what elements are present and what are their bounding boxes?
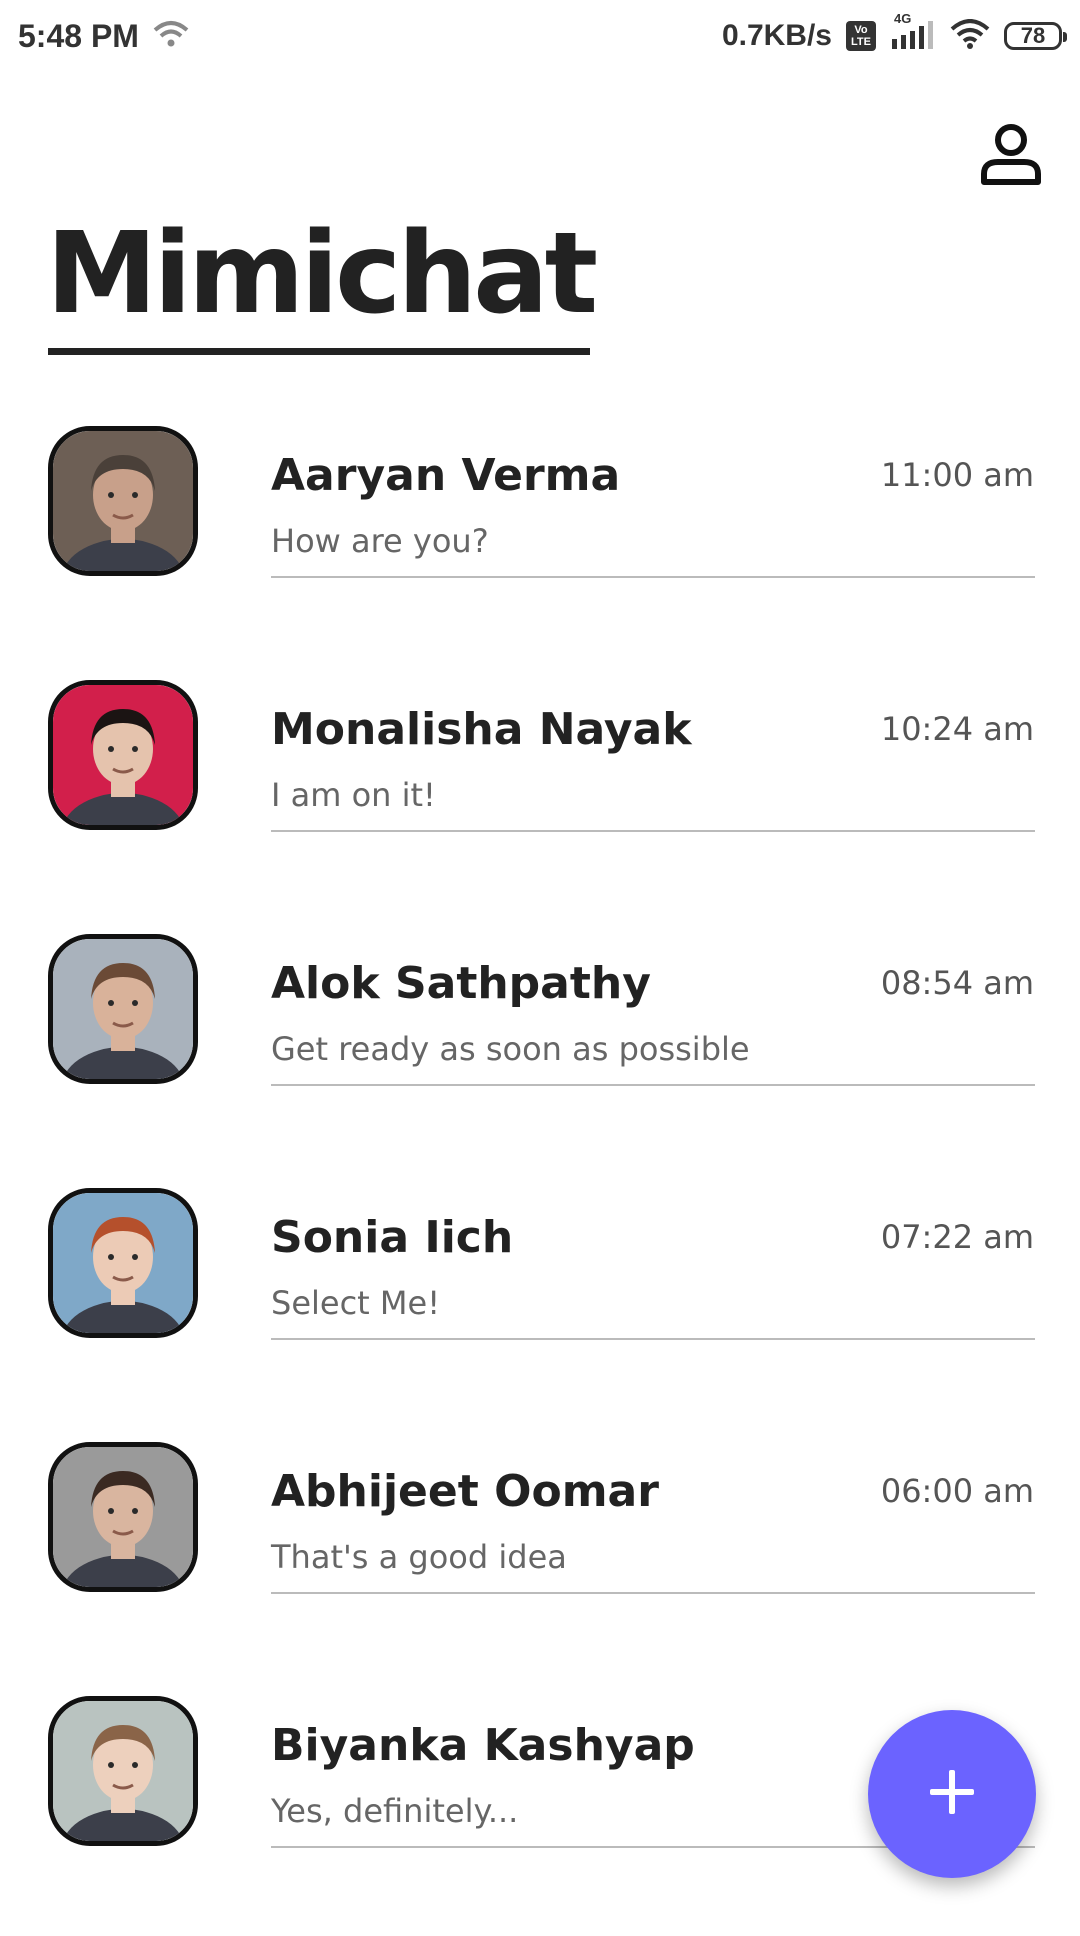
wifi-icon (153, 20, 189, 53)
chat-name: Monalisha Nayak (271, 704, 692, 755)
avatar[interactable] (48, 1442, 198, 1592)
chat-time: 06:00 am (880, 1472, 1034, 1510)
avatar[interactable] (48, 1188, 198, 1338)
avatar[interactable] (48, 934, 198, 1084)
divider (271, 1338, 1035, 1340)
avatar[interactable] (48, 1696, 198, 1846)
profile-button[interactable] (972, 118, 1050, 196)
volte-bottom-text: LTE (851, 36, 871, 48)
chat-item[interactable]: Abhijeet Oomar 06:00 am That's a good idea (0, 1428, 1080, 1682)
chat-name: Sonia Iich (271, 1212, 514, 1263)
chat-time: 10:24 am (880, 710, 1034, 748)
chat-time: 07:22 am (880, 1218, 1034, 1256)
chat-last-message: Select Me! (271, 1284, 441, 1322)
chat-item[interactable]: Aaryan Verma 11:00 am How are you? (0, 412, 1080, 666)
signal-icon: 4G (890, 11, 936, 51)
status-left: 5:48 PM (18, 18, 189, 55)
divider (271, 576, 1035, 578)
chat-item[interactable]: Monalisha Nayak 10:24 am I am on it! (0, 666, 1080, 920)
avatar-image (53, 939, 193, 1079)
app-title: Mimichat (46, 209, 598, 339)
network-type: 4G (894, 11, 912, 26)
avatar-image (53, 1701, 193, 1841)
status-right: 0.7KB/s Vo LTE 4G 78 (721, 11, 1067, 54)
network-speed: 0.7KB/s (721, 19, 832, 52)
avatar-image (53, 431, 193, 571)
chat-name: Abhijeet Oomar (271, 1466, 659, 1517)
plus-icon (928, 1768, 976, 1820)
avatar[interactable] (48, 426, 198, 576)
chat-time: 11:00 am (880, 456, 1034, 494)
avatar-image (53, 685, 193, 825)
avatar-image (53, 1193, 193, 1333)
new-chat-button[interactable] (868, 1710, 1036, 1878)
person-icon (978, 122, 1044, 192)
avatar[interactable] (48, 680, 198, 830)
chat-item[interactable]: Sonia Iich 07:22 am Select Me! (0, 1174, 1080, 1428)
battery-level: 78 (1020, 23, 1046, 48)
chat-last-message: I am on it! (271, 776, 436, 814)
chat-time: 08:54 am (880, 964, 1034, 1002)
chat-last-message: Get ready as soon as possible (271, 1030, 750, 1068)
volte-icon: Vo LTE (846, 21, 876, 51)
chat-last-message: That's a good idea (271, 1538, 567, 1576)
chat-name: Biyanka Kashyap (271, 1720, 695, 1771)
title-underline (48, 348, 590, 355)
divider (271, 1084, 1035, 1086)
avatar-image (53, 1447, 193, 1587)
wifi-status-icon (950, 18, 990, 54)
chat-last-message: Yes, definitely... (271, 1792, 519, 1830)
chat-item[interactable]: Alok Sathpathy 08:54 am Get ready as soon … (0, 920, 1080, 1174)
divider (271, 830, 1035, 832)
chat-list: Aaryan Verma 11:00 am How are you? Monalish… (0, 412, 1080, 1936)
chat-last-message: How are you? (271, 522, 489, 560)
volte-top-text: Vo (854, 24, 868, 36)
divider (271, 1592, 1035, 1594)
chat-name: Alok Sathpathy (271, 958, 651, 1009)
battery-icon: 78 (1004, 22, 1067, 50)
chat-name: Aaryan Verma (271, 450, 621, 501)
status-time: 5:48 PM (18, 17, 139, 54)
status-bar: 5:48 PM 0.7KB/s Vo LTE 4G 78 (0, 0, 1080, 72)
